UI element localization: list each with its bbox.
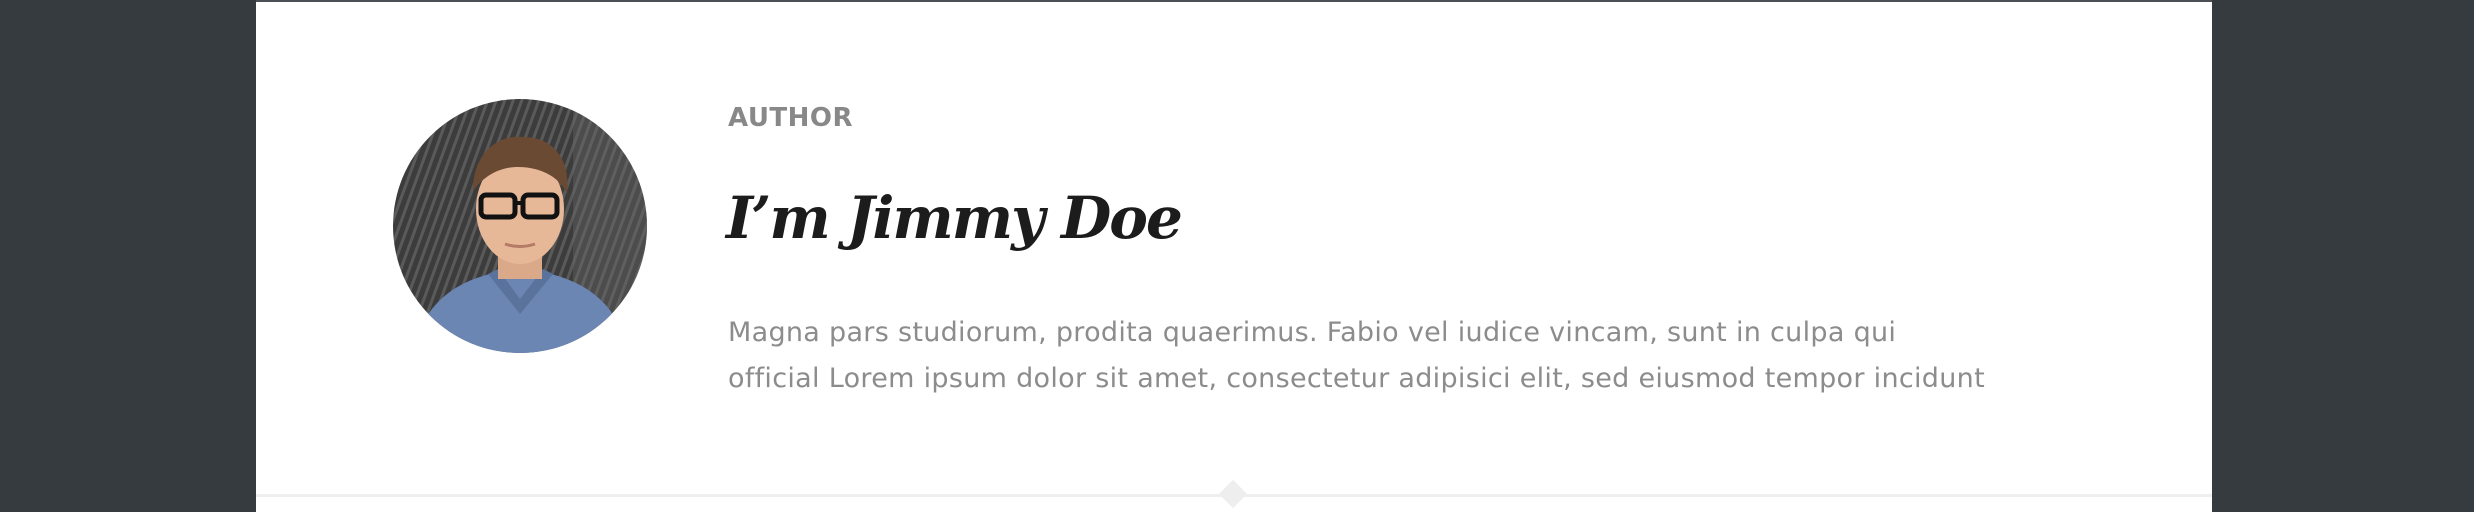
page: AUTHOR I’m Jimmy Doe Magna pars studioru… (0, 0, 2474, 512)
author-section-label: AUTHOR (728, 103, 854, 133)
author-bio: Magna pars studiorum, prodita quaerimus.… (728, 310, 2108, 402)
author-bio-line: Magna pars studiorum, prodita quaerimus.… (728, 317, 1897, 348)
author-avatar-photo (393, 99, 647, 353)
author-name-heading: I’m Jimmy Doe (726, 184, 1183, 252)
author-panel: AUTHOR I’m Jimmy Doe Magna pars studioru… (256, 2, 2212, 512)
author-avatar (393, 99, 647, 353)
author-bio-line: official Lorem ipsum dolor sit amet, con… (728, 363, 1985, 394)
divider-diamond-icon (1218, 479, 1248, 509)
